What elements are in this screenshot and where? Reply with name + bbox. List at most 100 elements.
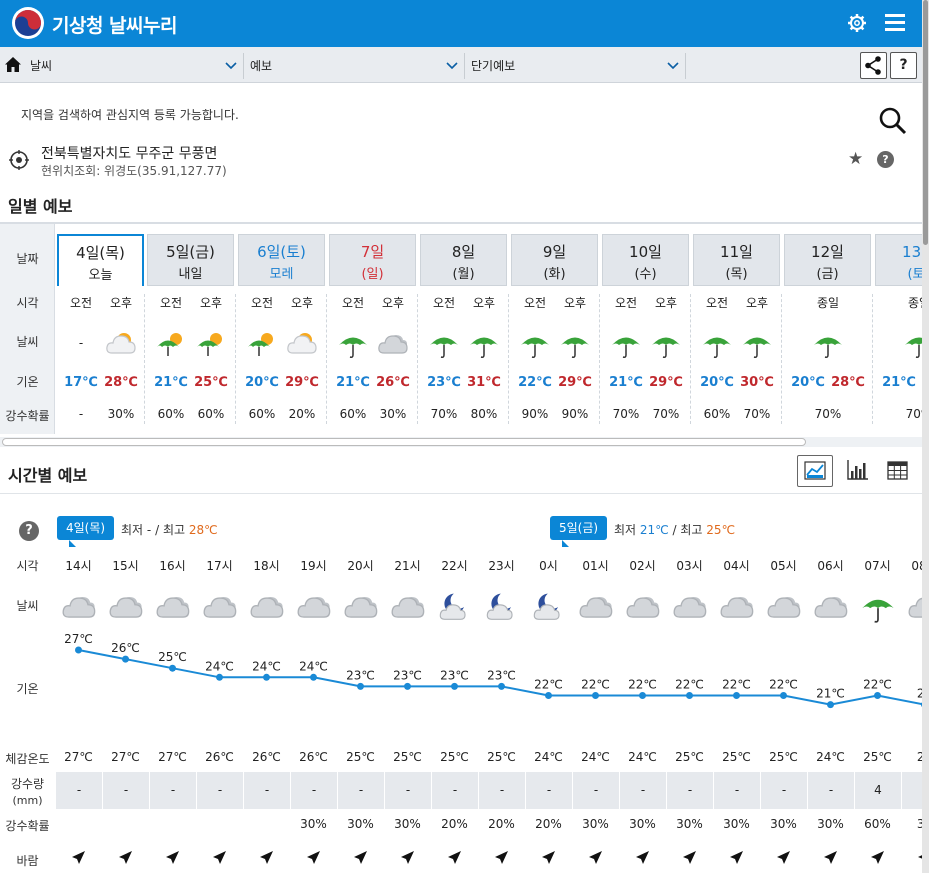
rain-amount: -: [666, 772, 713, 809]
star-icon[interactable]: ★: [848, 149, 863, 169]
precip-pm: 60%: [197, 407, 225, 421]
day-header[interactable]: 8일 (월): [420, 234, 507, 286]
chevron-down-icon: [446, 62, 458, 70]
min-label: 최저: [614, 523, 637, 537]
hourly-label-rain-unit: (mm): [12, 794, 43, 807]
chevron-down-icon: [667, 62, 679, 70]
hourly-help-icon[interactable]: ?: [19, 521, 39, 541]
temperature-point: [75, 646, 82, 654]
wind-arrow-icon: [824, 851, 837, 864]
temperature-label: 23℃: [487, 668, 516, 682]
sun-rain-icon: [248, 333, 273, 356]
precip-prob: 30%: [629, 817, 656, 831]
hourly-forecast-title: 시간별 예보: [8, 466, 88, 485]
daily-column[interactable]: 6일(토) 모레 오전 오후 20℃ 29℃ 60% 20%: [238, 234, 326, 424]
hour-time: 02시: [629, 559, 656, 573]
gear-icon[interactable]: [846, 12, 868, 34]
help-button[interactable]: ?: [890, 52, 917, 79]
scrollbar-thumb[interactable]: [923, 0, 928, 245]
select-shortterm-label: 단기예보: [471, 59, 516, 73]
nav-bar: 날씨 예보 단기예보: [0, 47, 922, 83]
day-header[interactable]: 6일(토) 모레: [238, 234, 325, 286]
chevron-down-icon: [225, 62, 237, 70]
feels-like: 27℃: [158, 750, 187, 764]
daily-column[interactable]: 5일(금) 내일 오전 오후 21℃ 25℃ 60% 60%: [147, 234, 235, 424]
scrollbar-thumb[interactable]: [2, 438, 806, 446]
select-weather[interactable]: 날씨: [24, 53, 244, 79]
select-forecast[interactable]: 예보: [244, 53, 465, 79]
high-temp: 29℃: [649, 375, 683, 390]
high-temp: 29℃: [285, 375, 319, 390]
hour-time: 17시: [206, 559, 233, 573]
search-icon[interactable]: [878, 106, 908, 136]
feels-like: 24℃: [816, 750, 845, 764]
high-temp: 29℃: [558, 375, 592, 390]
daily-column[interactable]: 11일 (목) 오전 오후 20℃ 30℃ 60% 70%: [693, 234, 781, 424]
time-am: 오전: [341, 296, 365, 310]
day-header[interactable]: 7일 (일): [329, 234, 416, 286]
hamburger-icon[interactable]: [885, 14, 905, 32]
temperature-point: [357, 682, 364, 690]
location-coords: 현위치조회: 위경도(35.91,127.77): [41, 164, 227, 178]
line-chart-view-button[interactable]: [797, 455, 833, 487]
precip-pm: 80%: [470, 407, 498, 421]
temperature-point: [498, 682, 505, 690]
day-header[interactable]: 13일 (토): [875, 234, 922, 286]
daily-column[interactable]: 10일 (수) 오전 오후 21℃ 29℃ 70% 70%: [602, 234, 690, 424]
hourly-label-weather: 날씨: [16, 599, 39, 613]
max-value: 28℃: [188, 523, 218, 537]
feels-like: 25℃: [863, 750, 892, 764]
daily-column[interactable]: 13일 (토) 종일 21℃ 70%: [875, 234, 922, 424]
day-header[interactable]: 12일 (금): [784, 234, 871, 286]
precip-am: 60%: [157, 407, 185, 421]
location-help-icon[interactable]: ?: [877, 151, 894, 168]
table-view-button[interactable]: [880, 455, 916, 487]
page-vertical-scrollbar[interactable]: [922, 0, 929, 873]
day-header[interactable]: 9일 (화): [511, 234, 598, 286]
select-shortterm[interactable]: 단기예보: [465, 53, 686, 79]
precip-prob: 30%: [676, 817, 703, 831]
rain-amount: -: [619, 772, 666, 809]
time-pm: 오후: [472, 296, 496, 310]
high-temp: 28℃: [831, 375, 865, 390]
wind-arrow-icon: [166, 851, 179, 864]
location-name[interactable]: 전북특별자치도 무주군 무풍면: [41, 143, 217, 163]
day1-minmax: 최저 - / 최고 28℃: [121, 521, 218, 538]
precip-pm: 30%: [379, 407, 407, 421]
time-pm: 오후: [381, 296, 405, 310]
rain-amount: -: [102, 772, 149, 809]
daily-column[interactable]: 9일 (화) 오전 오후 22℃ 29℃ 90% 90%: [511, 234, 599, 424]
daily-column[interactable]: 7일 (일) 오전 오후 21℃ 26℃ 60% 30%: [329, 234, 417, 424]
rain-amount: -: [807, 772, 854, 809]
umbrella-icon: [862, 599, 894, 623]
precip-am: 90%: [521, 407, 549, 421]
day-header[interactable]: 11일 (목): [693, 234, 780, 286]
feels-like: 24℃: [581, 750, 610, 764]
home-icon[interactable]: [4, 56, 22, 73]
wind-arrow-icon: [401, 851, 414, 864]
location-target-icon[interactable]: [9, 150, 29, 170]
daily-column[interactable]: 4일(목) 오늘 오전 오후 - 17℃ 28℃ - 30%: [57, 234, 145, 424]
share-button[interactable]: [860, 52, 887, 79]
rain-amount: -: [431, 772, 478, 809]
day-sub: 내일: [178, 267, 203, 282]
daily-horizontal-scrollbar[interactable]: [0, 437, 922, 447]
wind-arrow-icon: [354, 851, 367, 864]
daily-column[interactable]: 8일 (월) 오전 오후 23℃ 31℃ 70% 80%: [420, 234, 508, 424]
column-divider: [417, 294, 418, 424]
daily-forecast-table: 날짜 시각 날씨 기온 강수확률 4일(목) 오늘 오전 오후 - 17℃ 28℃ - 30% 5…: [0, 222, 922, 434]
temperature-label: 26℃: [111, 641, 140, 655]
wind-arrow-icon: [589, 851, 602, 864]
day-header[interactable]: 4일(목) 오늘: [57, 234, 144, 286]
day-header[interactable]: 10일 (수): [602, 234, 689, 286]
app-title[interactable]: 기상청 날씨누리: [52, 11, 177, 38]
column-divider: [872, 294, 873, 424]
high-temp: 31℃: [467, 375, 501, 390]
daily-column[interactable]: 12일 (금) 종일 20℃ 28℃ 70%: [784, 234, 872, 424]
rain-amount: -: [525, 772, 572, 809]
day-header[interactable]: 5일(금) 내일: [147, 234, 234, 286]
kma-logo[interactable]: [12, 7, 44, 39]
daily-forecast-title: 일별 예보: [8, 197, 73, 216]
bar-chart-view-button[interactable]: [840, 455, 876, 487]
time-am: 오전: [614, 296, 638, 310]
